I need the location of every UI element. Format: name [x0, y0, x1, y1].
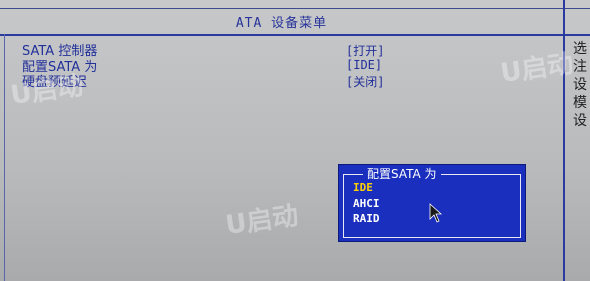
- page-title: ATA 设备菜单: [235, 16, 328, 31]
- popup-title: 配置SATA 为: [363, 165, 441, 182]
- left-border: [4, 34, 5, 281]
- watermark-logo: U启动: [223, 201, 301, 241]
- bios-screen: ATA 设备菜单 SATA 控制器 [打开] 配置SATA 为 [IDE] 硬盘…: [0, 0, 590, 281]
- menu-value-sata-controller[interactable]: [打开]: [346, 42, 384, 58]
- help-char: 模: [573, 95, 587, 111]
- panel-divider: [563, 0, 565, 281]
- option-raid[interactable]: RAID: [353, 212, 380, 225]
- help-char: 设: [573, 77, 587, 93]
- help-divider: [565, 34, 590, 36]
- help-panel: 选 注 设 模 设: [573, 40, 590, 130]
- menu-value-hdd-delay[interactable]: [关闭]: [346, 73, 384, 89]
- watermark-logo: U启动: [8, 71, 86, 111]
- page-header: ATA 设备菜单: [0, 8, 563, 36]
- option-ahci[interactable]: AHCI: [353, 197, 380, 210]
- menu-item-sata-controller[interactable]: SATA 控制器: [22, 40, 97, 59]
- option-ide[interactable]: IDE: [353, 181, 373, 194]
- mouse-pointer-icon: [429, 203, 443, 223]
- help-char: 选: [573, 41, 587, 57]
- help-char: 注: [573, 59, 587, 75]
- help-char: 设: [573, 113, 587, 129]
- menu-value-sata-mode[interactable]: [IDE]: [346, 58, 382, 74]
